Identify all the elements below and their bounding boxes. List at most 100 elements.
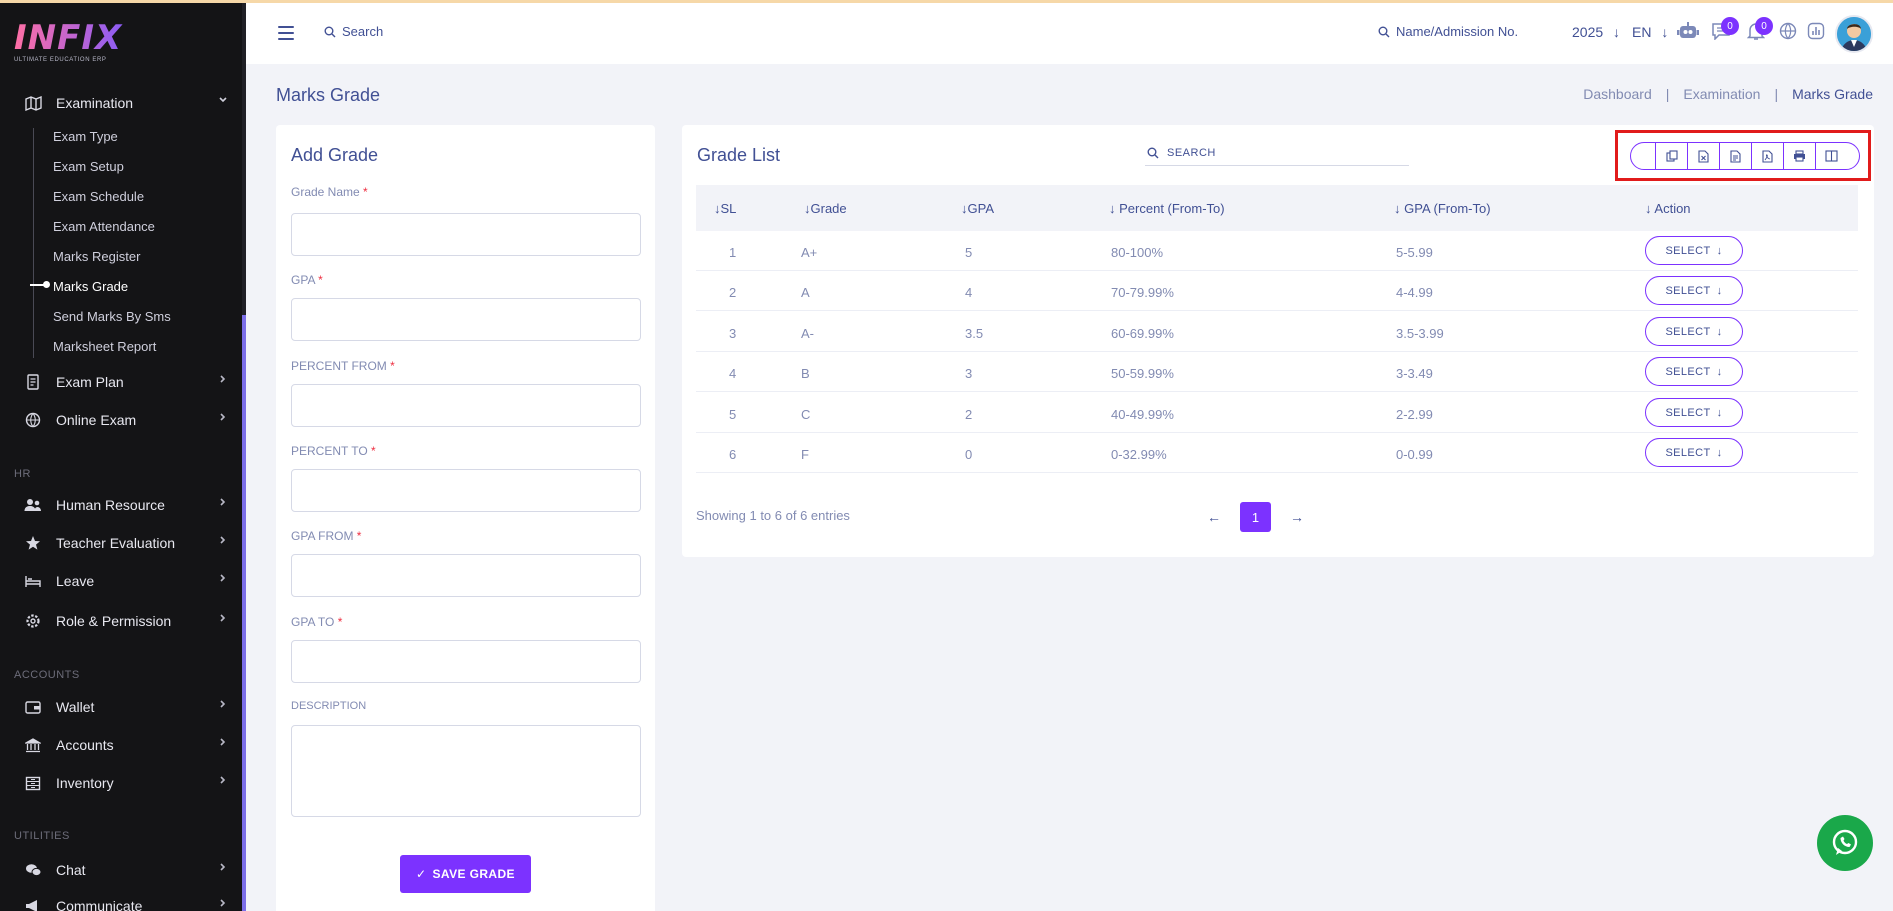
sidebar-item-communicate[interactable]: Communicate [22,894,228,911]
page-number-current[interactable]: 1 [1240,502,1271,532]
gpa-from-input[interactable] [291,554,641,597]
sidebar-item-accounts[interactable]: Accounts [22,733,228,757]
hamburger-menu-icon[interactable] [278,26,294,40]
student-search-label: Name/Admission No. [1396,24,1519,39]
cell-percent: 80-100% [1111,245,1164,260]
percent-from-input[interactable] [291,384,641,427]
whatsapp-chat-button[interactable] [1817,815,1873,871]
bed-icon [22,572,44,590]
sidebar-item-label: Examination [56,95,134,111]
sidebar-item-inventory[interactable]: Inventory [22,771,228,795]
year-value: 2025 [1572,24,1604,40]
grade-name-input[interactable] [291,213,641,256]
chevron-down-icon [218,94,228,108]
table-row: 2 A 4 70-79.99% 4-4.99 SELECT ↓ [696,271,1858,311]
top-accent-line [0,0,1893,3]
sidebar-item-teacher-evaluation[interactable]: Teacher Evaluation [22,531,228,555]
sidebar-subitem-marks-grade[interactable]: Marks Grade [53,277,128,297]
sidebar-subitem-marks-register[interactable]: Marks Register [53,247,140,267]
wallet-icon [22,698,44,716]
cell-sl: 2 [729,285,737,300]
sidebar-item-label: Accounts [56,737,114,753]
sidebar-item-human-resource[interactable]: Human Resource [22,493,228,517]
robot-icon[interactable] [1677,20,1699,42]
breadcrumb: Dashboard | Examination | Marks Grade [1583,86,1873,102]
sidebar-item-wallet[interactable]: Wallet [22,695,228,719]
chart-icon[interactable] [1805,20,1827,42]
chevron-right-icon [218,774,228,788]
chevron-right-icon [218,534,228,548]
globe-icon[interactable] [1777,20,1799,42]
sidebar-subitem-exam-setup[interactable]: Exam Setup [53,157,124,177]
breadcrumb-examination[interactable]: Examination [1683,86,1760,102]
sidebar-item-leave[interactable]: Leave [22,569,228,593]
column-sl[interactable]: ↓SL [714,201,736,216]
select-action-button[interactable]: SELECT ↓ [1645,398,1743,427]
select-action-button[interactable]: SELECT ↓ [1645,317,1743,346]
sidebar-item-role-permission[interactable]: Role & Permission [22,609,228,633]
grade-search-input[interactable]: SEARCH [1145,140,1409,166]
sidebar-subitem-marksheet-report[interactable]: Marksheet Report [53,337,156,357]
sidebar-subitem-exam-type[interactable]: Exam Type [53,127,118,147]
global-search[interactable]: Search [324,24,383,39]
search-icon [1147,147,1159,158]
arrow-down-icon: ↓ [1716,325,1723,338]
gpa-to-input[interactable] [291,640,641,683]
arrow-down-icon: ↓ [1716,446,1723,459]
sidebar-item-label: Wallet [56,699,95,715]
arrow-down-icon: ↓ [1716,406,1723,419]
gpa-to-label: GPA TO * [291,615,343,629]
cell-grade: F [801,447,809,462]
sidebar-item-examination[interactable]: Examination [22,91,228,115]
chevron-right-icon [218,612,228,626]
next-page-icon[interactable]: → [1285,505,1309,529]
search-icon [1378,26,1390,37]
user-avatar[interactable] [1835,15,1873,53]
sidebar-subitem-send-marks-by-sms[interactable]: Send Marks By Sms [53,307,171,327]
sidebar-item-label: Communicate [56,898,143,911]
cell-gpa-range: 4-4.99 [1396,285,1433,300]
chevron-right-icon [218,572,228,586]
select-action-button[interactable]: SELECT ↓ [1645,357,1743,386]
cell-percent: 40-49.99% [1111,407,1174,422]
chat-icon [22,861,44,879]
language-selector[interactable]: EN ↓ [1632,24,1668,40]
cell-gpa: 5 [965,245,973,260]
description-textarea[interactable] [291,725,641,817]
sidebar-section-accounts: ACCOUNTS [14,669,80,681]
select-action-button[interactable]: SELECT ↓ [1645,438,1743,467]
map-icon [22,94,44,112]
sidebar-item-label: Chat [56,862,86,878]
sidebar-item-label: Online Exam [56,412,137,428]
save-grade-button[interactable]: ✓ SAVE GRADE [400,855,531,893]
column-grade[interactable]: ↓Grade [804,201,847,216]
column-percent[interactable]: ↓ Percent (From-To) [1109,201,1225,216]
sidebar-item-online-exam[interactable]: Online Exam [22,408,228,432]
cell-percent: 0-32.99% [1111,447,1167,462]
scrollbar-thumb[interactable] [242,315,246,911]
breadcrumb-dashboard[interactable]: Dashboard [1583,86,1652,102]
sidebar-item-chat[interactable]: Chat [22,858,228,882]
percent-to-input[interactable] [291,469,641,512]
column-action[interactable]: ↓ Action [1645,201,1691,216]
student-search[interactable]: Name/Admission No. [1378,24,1518,39]
sidebar-scrollbar[interactable] [242,0,246,911]
grade-list-panel: Grade List SEARCH ↓SL ↓Grade ↓GPA ↓ Perc… [682,125,1874,557]
select-action-button[interactable]: SELECT ↓ [1645,236,1743,265]
year-selector[interactable]: 2025 ↓ [1572,24,1620,40]
sidebar-subitem-exam-attendance[interactable]: Exam Attendance [53,217,155,237]
column-gpa[interactable]: ↓GPA [961,201,994,216]
sidebar-subitem-exam-schedule[interactable]: Exam Schedule [53,187,144,207]
grade-name-label: Grade Name * [291,185,368,199]
cell-gpa: 4 [965,285,973,300]
megaphone-icon [22,897,44,911]
select-action-button[interactable]: SELECT ↓ [1645,276,1743,305]
prev-page-icon[interactable]: ← [1202,505,1226,529]
chevron-right-icon [218,411,228,425]
app-logo[interactable]: INFIX ULTIMATE EDUCATION ERP [14,20,124,72]
table-header: ↓SL ↓Grade ↓GPA ↓ Percent (From-To) ↓ GP… [696,185,1858,231]
column-gpa-range[interactable]: ↓ GPA (From-To) [1394,201,1491,216]
sidebar-item-exam-plan[interactable]: Exam Plan [22,370,228,394]
table-row: 3 A- 3.5 60-69.99% 3.5-3.99 SELECT ↓ [696,312,1858,352]
gpa-input[interactable] [291,298,641,341]
